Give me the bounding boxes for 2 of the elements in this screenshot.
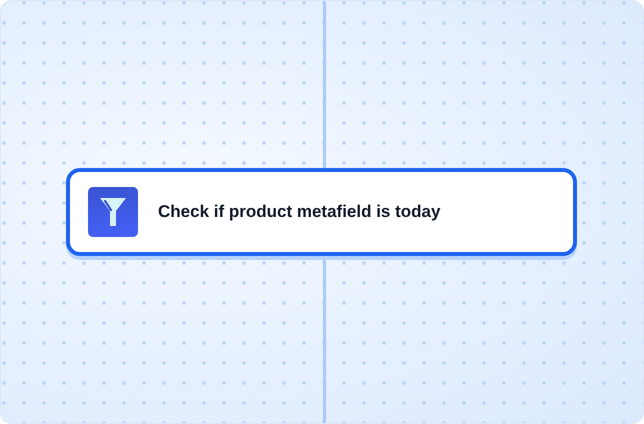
filter-icon [88, 187, 138, 237]
node-title: Check if product metafield is today [158, 202, 440, 222]
